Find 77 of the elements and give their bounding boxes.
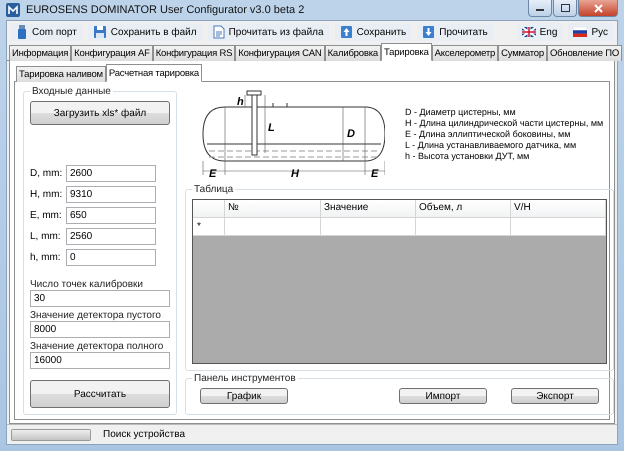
document-icon [212,25,225,39]
field-label: h, mm: [30,252,62,263]
diagram-label: L [268,122,275,134]
input-field[interactable]: 2600 [66,165,156,182]
row-header: * [193,218,225,236]
tool-button[interactable]: Экспорт [511,388,599,404]
close-button[interactable] [578,0,618,17]
row-header [193,200,225,218]
tab[interactable]: Конфигурация RS [152,45,236,61]
close-icon [594,4,602,12]
field-label: D, mm: [30,168,64,179]
column-header[interactable]: Объем, л [416,200,511,218]
calculate-button[interactable]: Рассчитать [30,380,170,408]
field-label: Число точек калибровки [30,279,144,290]
minimize-button[interactable] [528,0,552,17]
flag-icon [522,27,536,37]
status-text: Поиск устройства [103,429,186,440]
toolbar-button[interactable]: Com порт [11,23,82,41]
diagram-label: h [237,96,244,108]
field-label: Значение детектора полного [30,341,164,352]
usb-stick-icon [16,25,28,39]
group-title: Входные данные [31,86,112,97]
diagram-label: H [291,168,299,179]
toolbar-button[interactable]: Прочитать из файла [208,23,329,41]
group-title: Таблица [193,184,234,195]
diagram-label: E [209,168,216,179]
legend-text: L - Длина устанавливаемого датчика, мм [405,140,578,150]
input-field[interactable]: 2560 [66,228,156,245]
maximize-button[interactable] [553,0,577,17]
toolbar-button[interactable]: Прочитать [417,23,493,41]
tab[interactable]: Расчетная тарировка [106,64,202,82]
table-cell[interactable] [416,218,511,236]
column-header[interactable]: Значение [321,200,416,218]
tab[interactable]: Калибровка [324,45,381,61]
field-label: H, mm: [30,189,64,200]
language-button[interactable]: Рус [568,23,613,41]
tab[interactable]: Информация [9,45,72,61]
tab[interactable]: Конфигурация AF [71,45,153,61]
language-button[interactable]: Eng [516,23,562,41]
upload-icon [340,25,353,39]
download-icon [422,25,436,39]
column-header[interactable]: № [225,200,321,218]
flag-icon [573,27,588,37]
tool-button[interactable]: График [200,388,288,404]
toolbar-button[interactable]: Сохранить [334,23,412,41]
legend-text: H - Длина цилиндрической части цистерны, мм [405,118,604,128]
tab[interactable]: Сумматор [498,45,547,61]
toolbar-button[interactable]: Сохранить в файл [88,23,202,41]
tab[interactable]: Тарировка [380,43,432,61]
maximize-icon [560,4,570,12]
tab[interactable]: Акселерометр [432,45,498,61]
field-label: E, mm: [30,210,63,221]
group-title: Панель инструментов [193,373,297,384]
input-field[interactable]: 16000 [30,352,170,369]
legend-text: D - Диаметр цистерны, мм [405,106,517,118]
input-field[interactable]: 9310 [66,186,156,203]
field-label: L, mm: [30,231,62,242]
diagram-label: D [347,128,355,140]
table-cell[interactable] [321,218,416,236]
tab[interactable]: Тарировка наливом [16,66,106,82]
input-field[interactable]: 8000 [30,321,170,338]
table-cell[interactable] [225,218,321,236]
column-header[interactable]: V/H [511,200,606,218]
window-title: EUROSENS DOMINATOR User Configurator v3.0 beta 2 [26,4,304,16]
input-field[interactable]: 650 [66,207,156,224]
legend-text: h - Высота установки ДУТ, мм [405,150,530,162]
table-cell[interactable] [511,218,606,236]
tab[interactable]: Конфигурация CAN [235,45,325,61]
field-label: Значение детектора пустого [30,310,162,321]
input-field[interactable]: 30 [30,290,170,307]
input-field[interactable]: 0 [66,249,156,266]
tab[interactable]: Обновление ПО [546,45,622,61]
app-logo-icon [6,3,20,17]
diagram-label: E [371,168,378,179]
legend-text: E - Длина эллиптической боковины, мм [405,128,572,140]
load-file-button[interactable]: Загрузить xls* файл [30,101,170,125]
tool-button[interactable]: Импорт [399,388,487,404]
